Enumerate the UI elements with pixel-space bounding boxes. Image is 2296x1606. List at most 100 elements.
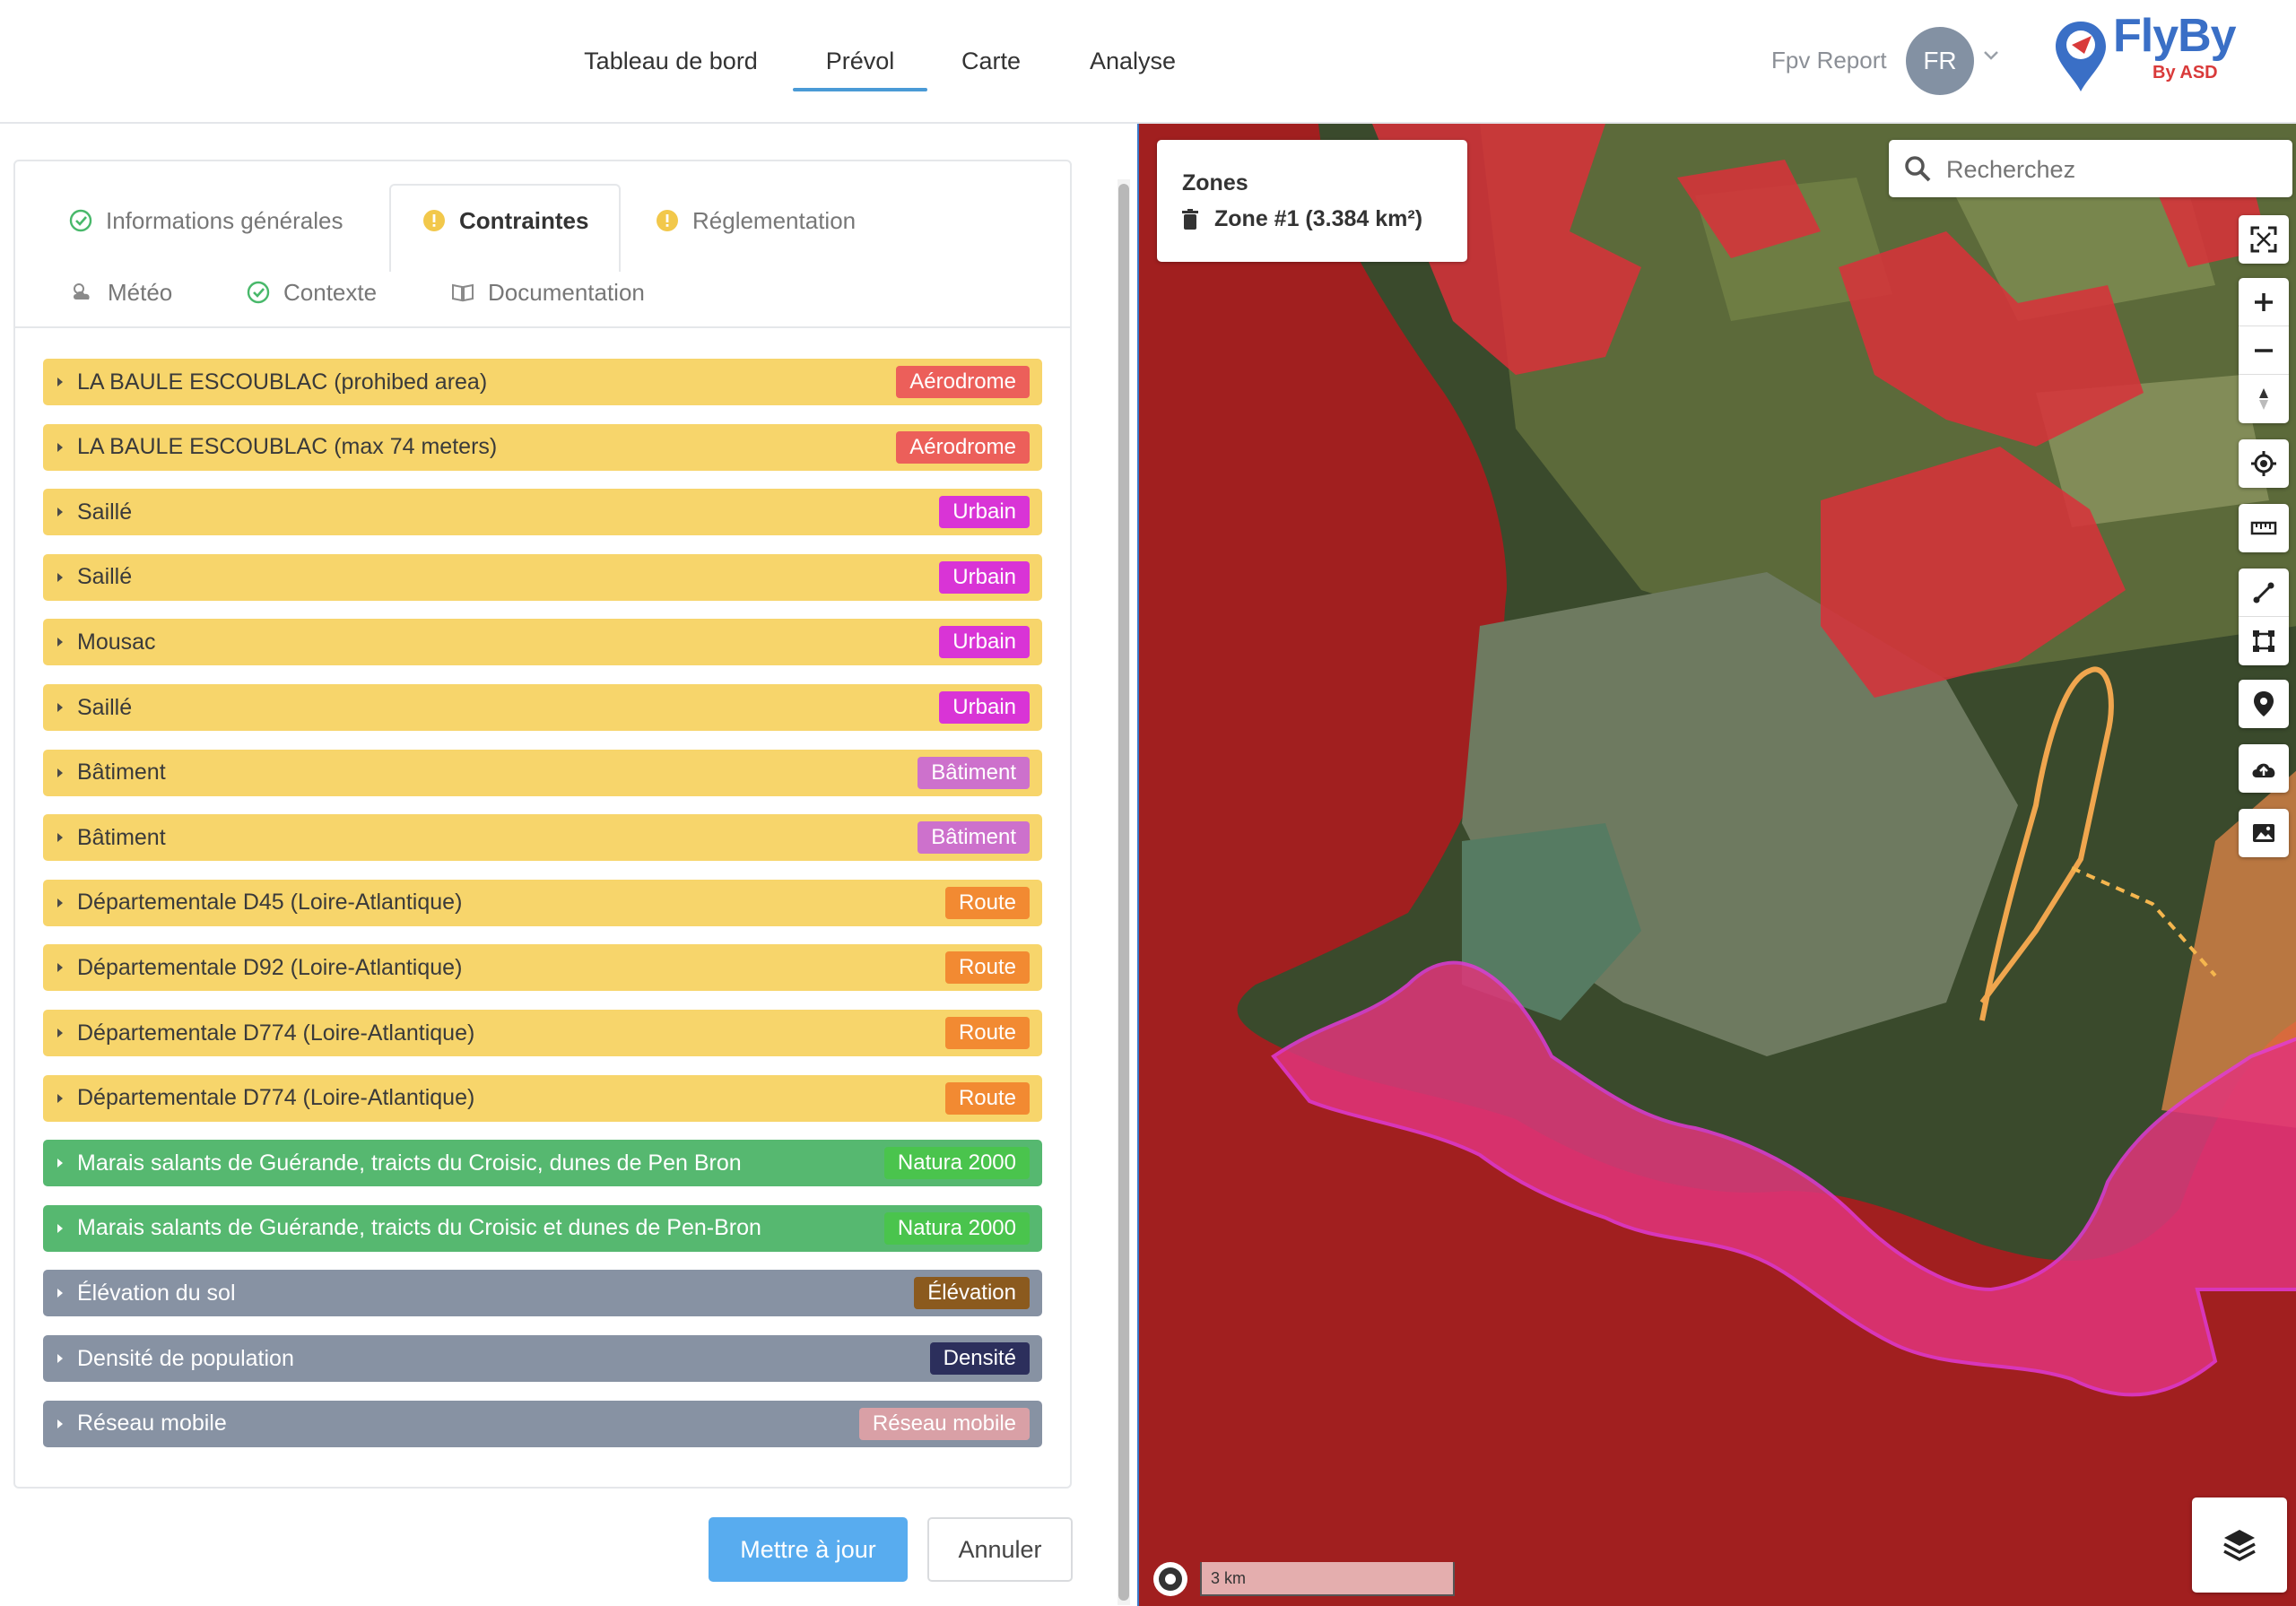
measure-control[interactable] xyxy=(2239,504,2289,552)
caret-right-icon[interactable] xyxy=(56,1287,65,1299)
draw-control[interactable] xyxy=(2239,569,2289,665)
constraint-row[interactable]: Saillé Urbain xyxy=(43,553,1042,601)
constraint-row[interactable]: Mousac Urbain xyxy=(43,619,1042,666)
tab-label: Contexte xyxy=(283,279,378,306)
constraint-label: Réseau mobile xyxy=(77,1411,227,1437)
constraint-row[interactable]: Saillé Urbain xyxy=(43,489,1042,536)
layers-button[interactable] xyxy=(2192,1497,2287,1593)
search-input[interactable] xyxy=(1944,149,2280,190)
tab-meteo[interactable]: Météo xyxy=(70,265,172,319)
cloud-upload-icon xyxy=(2252,763,2275,777)
tab-label: Documentation xyxy=(488,279,645,306)
constraint-label: Marais salants de Guérande, traicts du C… xyxy=(77,1150,742,1176)
zoom-in-button[interactable] xyxy=(2239,278,2289,326)
map-view[interactable]: Zones Zone #1 (3.384 km²) Recherchez 3 k… xyxy=(1137,124,2296,1606)
tab-reglementation[interactable]: Réglementation xyxy=(655,194,856,247)
tab-documentation[interactable]: Documentation xyxy=(450,265,645,319)
zone-list-item[interactable]: Zone #1 (3.384 km²) xyxy=(1182,206,1422,232)
tab-contexte[interactable]: Contexte xyxy=(246,265,377,319)
caret-right-icon[interactable] xyxy=(56,701,65,714)
constraint-type-badge: Aérodrome xyxy=(896,366,1030,398)
constraint-row[interactable]: Densité de population Densité xyxy=(43,1335,1042,1382)
draw-line-button[interactable] xyxy=(2239,569,2289,617)
constraint-row[interactable]: Départementale D774 (Loire-Atlantique) Ro… xyxy=(43,1010,1042,1056)
north-arrow-icon xyxy=(2259,388,2268,410)
draw-polygon-button[interactable] xyxy=(2239,617,2289,665)
avatar[interactable]: FR xyxy=(1906,27,1974,95)
constraint-row[interactable]: Départementale D92 (Loire-Atlantique) Rou… xyxy=(43,944,1042,992)
image-button[interactable] xyxy=(2239,809,2289,857)
trash-icon[interactable] xyxy=(1182,208,1198,230)
fullscreen-control[interactable] xyxy=(2239,215,2289,264)
nav-prevol[interactable]: Prévol xyxy=(793,0,927,90)
caret-right-icon[interactable] xyxy=(56,441,65,454)
caret-right-icon[interactable] xyxy=(56,1157,65,1169)
caret-right-icon[interactable] xyxy=(56,1222,65,1235)
constraint-row[interactable]: Saillé Urbain xyxy=(43,684,1042,731)
constraint-row[interactable]: LA BAULE ESCOUBLAC (prohibed area) Aérodr… xyxy=(43,359,1042,405)
draw-line-icon xyxy=(2253,582,2274,603)
upload-button[interactable] xyxy=(2239,744,2289,793)
tab-label: Réglementation xyxy=(692,207,857,234)
constraint-type-badge: Natura 2000 xyxy=(883,1147,1030,1180)
zoom-control[interactable] xyxy=(2239,278,2289,423)
caret-right-icon[interactable] xyxy=(56,376,65,388)
image-control[interactable] xyxy=(2239,809,2289,857)
nav-active-indicator xyxy=(793,88,927,91)
caret-right-icon[interactable] xyxy=(56,1092,65,1105)
warning-circle-icon xyxy=(657,210,678,231)
zones-title: Zones xyxy=(1182,170,1248,195)
measure-button[interactable] xyxy=(2239,504,2289,552)
brand-sub: By ASD xyxy=(2152,63,2218,82)
nav-analyse[interactable]: Analyse xyxy=(1080,0,1186,90)
scrollbar-thumb[interactable] xyxy=(1118,184,1129,1601)
caret-right-icon[interactable] xyxy=(56,636,65,648)
nav-tableau-de-bord[interactable]: Tableau de bord xyxy=(574,0,768,90)
cancel-button[interactable]: Annuler xyxy=(927,1517,1073,1582)
constraint-type-badge: Route xyxy=(944,951,1030,985)
marker-control[interactable] xyxy=(2239,680,2289,728)
caret-right-icon[interactable] xyxy=(56,1352,65,1365)
constraint-type-badge: Route xyxy=(944,1017,1030,1049)
geolocate-control[interactable] xyxy=(2239,439,2289,488)
caret-right-icon[interactable] xyxy=(56,767,65,779)
layers-icon xyxy=(2223,1530,2256,1561)
caret-right-icon[interactable] xyxy=(56,1027,65,1039)
draw-polygon-icon xyxy=(2253,630,2274,652)
constraint-type-badge: Urbain xyxy=(939,626,1030,659)
zoom-out-button[interactable] xyxy=(2239,326,2289,375)
fullscreen-button[interactable] xyxy=(2239,215,2289,264)
user-name[interactable]: Fpv Report xyxy=(1771,47,1887,74)
caret-right-icon[interactable] xyxy=(56,897,65,909)
marker-button[interactable] xyxy=(2239,680,2289,728)
geolocate-button[interactable] xyxy=(2239,439,2289,488)
caret-right-icon[interactable] xyxy=(56,831,65,844)
caret-right-icon[interactable] xyxy=(56,506,65,518)
check-circle-icon xyxy=(247,281,270,304)
caret-right-icon[interactable] xyxy=(56,1418,65,1430)
constraint-row[interactable]: Départementale D774 (Loire-Atlantique) Ro… xyxy=(43,1074,1042,1122)
constraint-row[interactable]: Départementale D45 (Loire-Atlantique) Rou… xyxy=(43,879,1042,926)
constraint-row[interactable]: Élévation du sol Élévation xyxy=(43,1270,1042,1317)
map-attribution-icon xyxy=(1159,1567,1182,1591)
caret-right-icon[interactable] xyxy=(56,961,65,974)
tab-contraintes[interactable]: Contraintes xyxy=(422,194,588,247)
nav-carte[interactable]: Carte xyxy=(951,0,1031,90)
constraint-type-badge: Bâtiment xyxy=(918,756,1030,789)
constraint-label: LA BAULE ESCOUBLAC (max 74 meters) xyxy=(77,434,498,460)
constraint-row[interactable]: Marais salants de Guérande, traicts du C… xyxy=(43,1140,1042,1187)
upload-control[interactable] xyxy=(2239,744,2289,793)
chevron-down-icon[interactable] xyxy=(1981,45,2001,65)
constraint-row[interactable]: Marais salants de Guérande, traicts du C… xyxy=(43,1204,1042,1252)
compass-reset-button[interactable] xyxy=(2239,375,2289,423)
update-button[interactable]: Mettre à jour xyxy=(709,1517,908,1582)
constraint-row[interactable]: Bâtiment Bâtiment xyxy=(43,814,1042,862)
caret-right-icon[interactable] xyxy=(56,571,65,584)
constraint-row[interactable]: Bâtiment Bâtiment xyxy=(43,749,1042,796)
constraint-label: Départementale D45 (Loire-Atlantique) xyxy=(77,890,463,916)
map-search[interactable] xyxy=(1889,140,2292,197)
tabs-divider xyxy=(15,326,1072,328)
constraint-row[interactable]: LA BAULE ESCOUBLAC (max 74 meters) Aérodr… xyxy=(43,423,1042,471)
constraint-row[interactable]: Réseau mobile Réseau mobile xyxy=(43,1400,1042,1447)
tab-informations-generales[interactable]: Informations générales xyxy=(68,194,343,247)
